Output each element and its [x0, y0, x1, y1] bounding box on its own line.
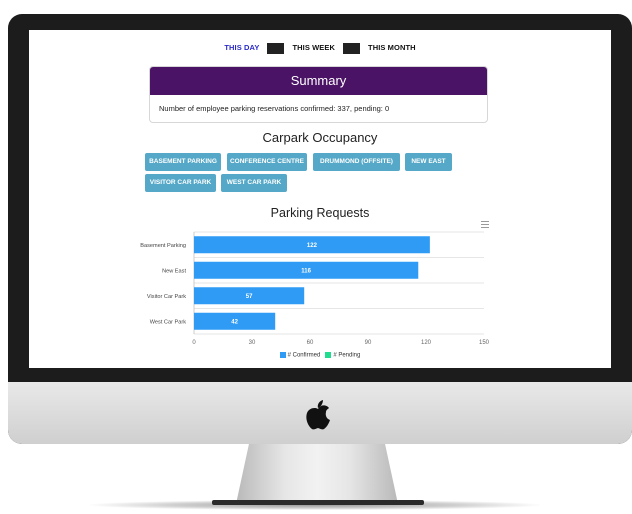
monitor-stand — [236, 444, 398, 504]
bar-value-label: 57 — [246, 294, 253, 300]
x-tick-label: 150 — [479, 340, 490, 346]
x-tick-label: 30 — [249, 340, 256, 346]
tab-this-week[interactable]: THIS WEEK — [284, 43, 343, 52]
tab-divider — [343, 43, 361, 54]
chip-west-car-park[interactable]: WEST CAR PARK — [221, 174, 287, 192]
x-tick-label: 60 — [307, 340, 314, 346]
summary-text: Number of employee parking reservations … — [159, 104, 390, 113]
legend-label-pending[interactable]: # Pending — [333, 353, 360, 359]
category-label: West Car Park — [150, 319, 186, 325]
legend-swatch-confirmed — [279, 352, 286, 358]
legend-swatch-pending — [325, 352, 332, 358]
chip-drummond-offsite[interactable]: DRUMMOND (OFFSITE) — [313, 153, 400, 171]
category-label: New East — [162, 268, 186, 274]
parking-requests-chart: 0 30 60 90 120 150 Basement Parking 122 New East… — [140, 231, 490, 346]
chart-title: Parking Requests — [270, 206, 370, 220]
screen: THIS DAY THIS WEEK THIS MONTH Summary Numb… — [29, 30, 611, 368]
bar-value-label: 42 — [231, 319, 238, 325]
x-tick-label: 0 — [192, 340, 196, 346]
tab-divider — [267, 43, 285, 54]
period-tabs: THIS DAY THIS WEEK THIS MONTH — [29, 43, 611, 54]
summary-title: Summary — [150, 67, 487, 95]
bar-value-label: 122 — [307, 243, 318, 249]
summary-card: Summary Number of employee parking reser… — [149, 66, 488, 123]
chip-new-east[interactable]: NEW EAST — [405, 153, 452, 171]
chip-conference-centre[interactable]: CONFERENCE CENTRE — [227, 153, 307, 171]
stand-base — [212, 500, 424, 505]
tab-this-month[interactable]: THIS MONTH — [360, 43, 424, 52]
chip-basement-parking[interactable]: BASEMENT PARKING — [145, 153, 221, 171]
legend-label-confirmed[interactable]: # Confirmed — [288, 353, 321, 359]
category-label: Basement Parking — [140, 243, 186, 249]
x-tick-label: 90 — [365, 340, 372, 346]
chart-legend: # Confirmed # Pending — [29, 352, 611, 359]
chip-visitor-car-park[interactable]: VISITOR CAR PARK — [145, 174, 216, 192]
apple-logo-icon — [306, 400, 330, 430]
category-label: Visitor Car Park — [147, 294, 186, 300]
bar-value-label: 116 — [301, 268, 311, 274]
x-tick-label: 120 — [421, 340, 432, 346]
occupancy-title: Carpark Occupancy — [262, 130, 378, 145]
tab-this-day[interactable]: THIS DAY — [216, 43, 267, 52]
